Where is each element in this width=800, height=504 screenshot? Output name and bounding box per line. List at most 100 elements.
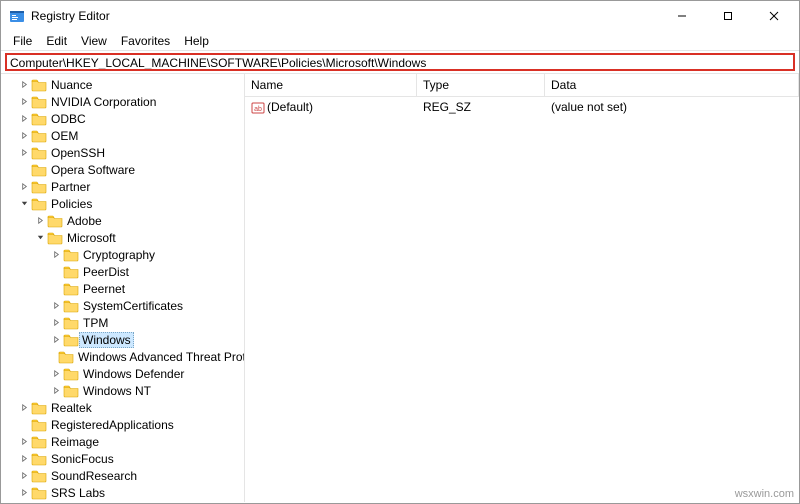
string-value-icon: ab <box>251 101 265 115</box>
tree-item[interactable]: SystemCertificates <box>1 297 244 314</box>
tree-item[interactable]: Opera Software <box>1 161 244 178</box>
tree-item[interactable]: Windows <box>1 331 244 348</box>
tree-item-label: Reimage <box>50 435 100 449</box>
tree-pane[interactable]: NuanceNVIDIA CorporationODBC OEM OpenSSHOp… <box>1 74 245 502</box>
chevron-right-icon[interactable] <box>17 471 31 480</box>
maximize-button[interactable] <box>705 1 751 31</box>
tree-item[interactable]: Synaptics <box>1 501 244 502</box>
chevron-right-icon[interactable] <box>49 250 63 259</box>
tree-item-label: Windows NT <box>82 384 152 398</box>
minimize-button[interactable] <box>659 1 705 31</box>
tree-item[interactable]: RegisteredApplications <box>1 416 244 433</box>
menu-favorites[interactable]: Favorites <box>115 33 176 49</box>
tree-item-label: OEM <box>50 129 79 143</box>
tree-item-label: Nuance <box>50 78 93 92</box>
close-button[interactable] <box>751 1 797 31</box>
content-area: NuanceNVIDIA CorporationODBC OEM OpenSSHOp… <box>1 73 799 502</box>
folder-icon <box>63 282 79 296</box>
tree-item-label: RegisteredApplications <box>50 418 175 432</box>
titlebar: Registry Editor <box>1 1 799 31</box>
folder-icon <box>31 401 47 415</box>
tree-item[interactable]: OpenSSH <box>1 144 244 161</box>
chevron-right-icon[interactable] <box>17 437 31 446</box>
folder-icon <box>31 197 47 211</box>
tree-item-label: Microsoft <box>66 231 117 245</box>
value-list: ab(Default)REG_SZ(value not set) <box>245 97 799 118</box>
chevron-down-icon[interactable] <box>33 233 47 242</box>
tree-item[interactable]: SonicFocus <box>1 450 244 467</box>
chevron-right-icon[interactable] <box>17 97 31 106</box>
tree-item[interactable]: Policies <box>1 195 244 212</box>
tree-item[interactable]: SoundResearch <box>1 467 244 484</box>
folder-icon <box>47 231 63 245</box>
list-pane[interactable]: Name Type Data ab(Default)REG_SZ(value n… <box>245 74 799 502</box>
chevron-right-icon[interactable] <box>49 386 63 395</box>
tree-item[interactable]: Adobe <box>1 212 244 229</box>
tree-item-label: SRS Labs <box>50 486 106 500</box>
tree-item[interactable]: ODBC <box>1 110 244 127</box>
folder-icon <box>63 299 79 313</box>
tree-item[interactable]: SRS Labs <box>1 484 244 501</box>
folder-icon <box>31 435 47 449</box>
chevron-right-icon[interactable] <box>17 182 31 191</box>
tree-item[interactable]: PeerDist <box>1 263 244 280</box>
tree-item[interactable]: OEM <box>1 127 244 144</box>
tree-item[interactable]: Nuance <box>1 76 244 93</box>
tree-item-label: Adobe <box>66 214 103 228</box>
tree-item[interactable]: NVIDIA Corporation <box>1 93 244 110</box>
tree-item-label: Policies <box>50 197 93 211</box>
chevron-right-icon[interactable] <box>49 335 63 344</box>
chevron-right-icon[interactable] <box>17 488 31 497</box>
window-title: Registry Editor <box>31 9 110 23</box>
tree-item-label: SonicFocus <box>50 452 115 466</box>
column-header-type[interactable]: Type <box>417 74 545 96</box>
tree-item[interactable]: Microsoft <box>1 229 244 246</box>
folder-icon <box>31 469 47 483</box>
tree-item[interactable]: Cryptography <box>1 246 244 263</box>
chevron-down-icon[interactable] <box>17 199 31 208</box>
column-header-data[interactable]: Data <box>545 74 799 96</box>
menu-file[interactable]: File <box>7 33 38 49</box>
chevron-right-icon[interactable] <box>49 318 63 327</box>
addressbar-container: Computer\HKEY_LOCAL_MACHINE\SOFTWARE\Pol… <box>1 51 799 73</box>
folder-icon <box>63 316 79 330</box>
address-input[interactable]: Computer\HKEY_LOCAL_MACHINE\SOFTWARE\Pol… <box>5 53 795 71</box>
list-header: Name Type Data <box>245 74 799 97</box>
tree-item-label: TPM <box>82 316 109 330</box>
tree-item-label: OpenSSH <box>50 146 106 160</box>
folder-icon <box>31 486 47 500</box>
value-row[interactable]: ab(Default)REG_SZ(value not set) <box>245 97 799 118</box>
tree-item[interactable]: Peernet <box>1 280 244 297</box>
folder-icon <box>63 367 79 381</box>
value-name: (Default) <box>267 100 313 114</box>
chevron-right-icon[interactable] <box>17 114 31 123</box>
tree-item[interactable]: Windows NT <box>1 382 244 399</box>
tree-item[interactable]: Reimage <box>1 433 244 450</box>
chevron-right-icon[interactable] <box>17 403 31 412</box>
folder-icon <box>31 180 47 194</box>
tree-item[interactable]: TPM <box>1 314 244 331</box>
chevron-right-icon[interactable] <box>17 148 31 157</box>
tree-item[interactable]: Realtek <box>1 399 244 416</box>
chevron-right-icon[interactable] <box>17 131 31 140</box>
column-header-name[interactable]: Name <box>245 74 417 96</box>
tree-item-label: Windows <box>79 332 134 348</box>
tree-item[interactable]: Windows Defender <box>1 365 244 382</box>
chevron-right-icon[interactable] <box>49 369 63 378</box>
folder-icon <box>63 248 79 262</box>
chevron-right-icon[interactable] <box>17 454 31 463</box>
chevron-right-icon[interactable] <box>49 301 63 310</box>
tree-item-label: SystemCertificates <box>82 299 184 313</box>
tree-item[interactable]: Windows Advanced Threat Prote <box>1 348 244 365</box>
chevron-right-icon[interactable] <box>17 80 31 89</box>
folder-icon <box>31 129 47 143</box>
folder-icon <box>31 418 47 432</box>
tree-item[interactable]: Partner <box>1 178 244 195</box>
folder-icon <box>63 333 79 347</box>
menu-help[interactable]: Help <box>178 33 215 49</box>
chevron-right-icon[interactable] <box>33 216 47 225</box>
menu-view[interactable]: View <box>75 33 113 49</box>
menu-edit[interactable]: Edit <box>40 33 73 49</box>
tree-item-label: PeerDist <box>82 265 130 279</box>
folder-icon <box>47 214 63 228</box>
